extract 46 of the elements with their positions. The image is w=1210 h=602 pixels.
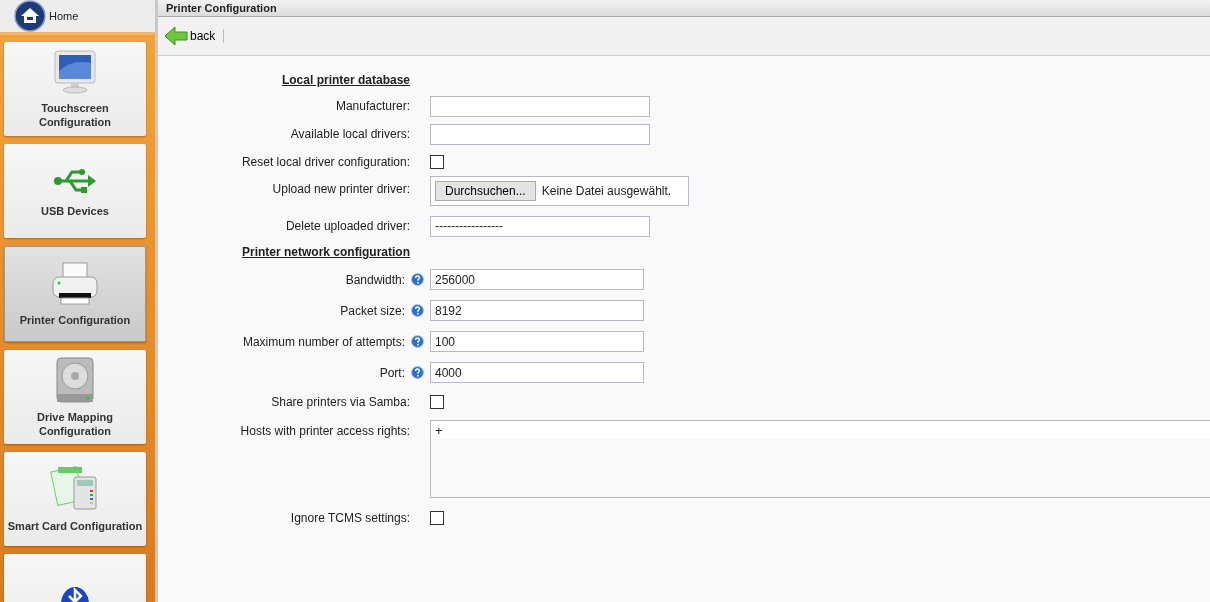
checkbox[interactable] [430,155,444,169]
field-label: Available local drivers: [290,127,410,141]
field-label: Ignore TCMS settings: [290,511,410,525]
text-field[interactable]: 100 [430,331,644,352]
text-field[interactable]: 8192 [430,300,644,321]
add-host-button[interactable]: + [435,422,443,438]
text-field[interactable] [430,123,650,145]
section-heading: Local printer database [281,73,410,87]
text-field[interactable]: 256000 [430,269,644,290]
driver-select[interactable]: ----------------- [430,215,650,237]
text-field[interactable] [430,95,650,117]
field-label: Share printers via Samba: [271,395,410,409]
hard-drive-icon [54,356,96,404]
sidebar-item[interactable]: USB Devices [4,144,146,238]
field-label: Upload new printer driver: [272,182,410,196]
field-label: Reset local driver configuration: [241,155,410,169]
sidebar-item[interactable]: Smart Card Configuration [4,452,146,546]
help-icon[interactable] [411,272,424,286]
field-label: Hosts with printer access rights: [240,424,410,438]
monitor-icon [52,49,98,95]
home-icon [14,0,46,32]
sidebar-item[interactable]: Printer Configuration [4,246,146,342]
sidebar-item[interactable]: Touchscreen Configuration [4,42,146,136]
file-status: Keine Datei ausgewählt. [541,184,672,198]
back-button[interactable]: back [164,26,216,46]
browse-button[interactable]: Durchsuchen... [435,181,536,201]
help-icon[interactable] [411,334,424,348]
text-field[interactable]: 4000 [430,362,644,383]
home-link[interactable]: Home [14,0,79,32]
field-label: Delete uploaded driver: [285,219,410,233]
sidebar-item[interactable]: Drive Mapping Configuration [4,350,146,444]
calculator-icon [50,465,100,513]
help-icon[interactable] [411,365,424,379]
printer-icon [50,261,100,307]
field-label: Bandwidth: [345,272,405,287]
field-label: Packet size: [340,303,405,318]
section-heading: Printer network configuration [242,245,410,259]
field-label: Manufacturer: [335,99,410,113]
help-icon[interactable] [411,303,424,317]
checkbox[interactable] [430,511,444,525]
field-label: Port: [379,365,405,380]
field-label: Maximum number of attempts: [242,334,405,349]
arrow-left-icon [164,26,188,46]
panel-title: Printer Configuration [166,2,277,14]
hosts-list[interactable]: + [430,420,1210,498]
checkbox[interactable] [430,395,444,409]
